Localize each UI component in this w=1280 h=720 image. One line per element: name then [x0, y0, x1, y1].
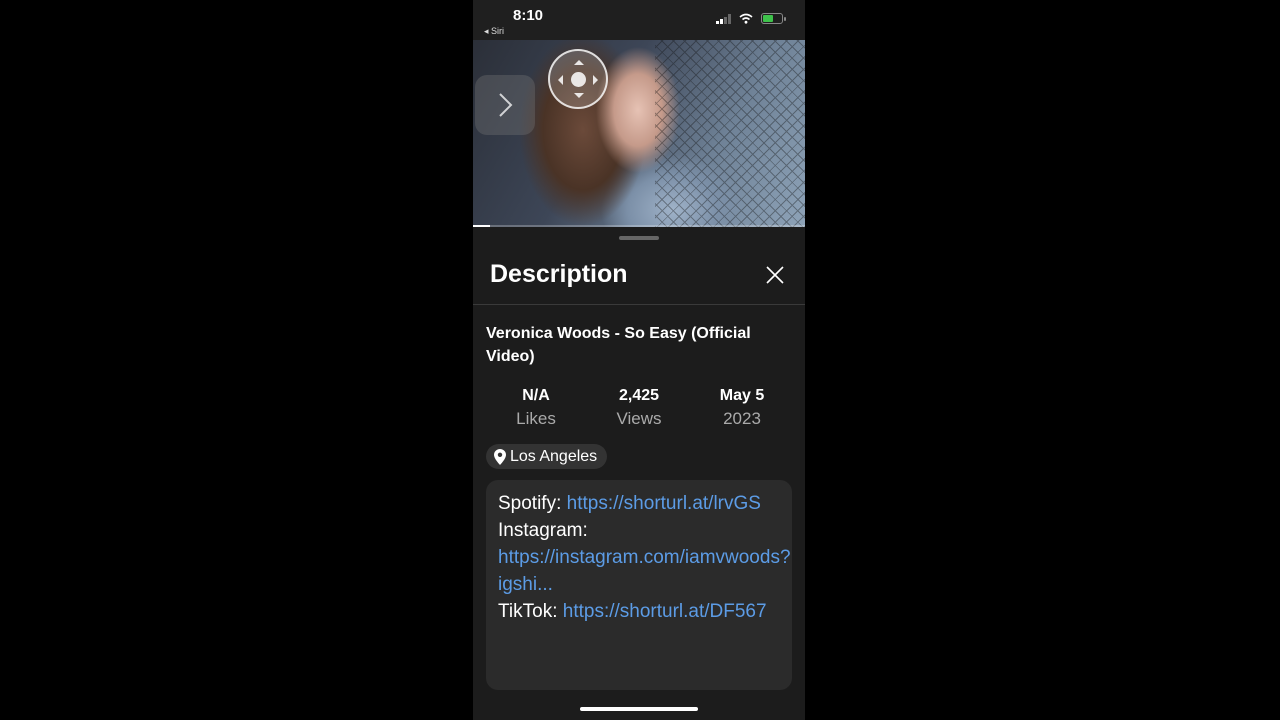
instagram-line: Instagram: https://instagram.com/iamvwoo… — [498, 517, 791, 598]
arrow-up-icon[interactable] — [574, 55, 584, 65]
views-stat: 2,425 Views — [589, 385, 689, 431]
description-box: Spotify: https://shorturl.at/lrvGS Insta… — [486, 480, 792, 690]
spotify-link[interactable]: https://shorturl.at/lrvGS — [567, 493, 761, 514]
likes-label: Likes — [516, 409, 556, 428]
directional-pad-icon[interactable] — [548, 49, 608, 109]
divider — [473, 304, 805, 305]
home-indicator[interactable] — [580, 707, 698, 711]
battery-icon — [761, 13, 786, 24]
spotify-prefix: Spotify: — [498, 493, 567, 514]
date-value: May 5 — [719, 387, 765, 404]
back-to-siri-link[interactable]: ◂ Siri — [484, 26, 504, 37]
close-icon[interactable] — [763, 263, 787, 287]
location-label: Los Angeles — [510, 447, 598, 465]
arrow-down-icon[interactable] — [574, 93, 584, 103]
spotify-line: Spotify: https://shorturl.at/lrvGS — [498, 490, 780, 517]
video-frame-background — [655, 40, 805, 227]
status-bar: 8:10 ◂ Siri — [473, 0, 805, 40]
year-label: 2023 — [723, 409, 761, 428]
arrow-right-icon[interactable] — [593, 75, 603, 85]
location-pin-icon — [494, 448, 506, 465]
arrow-left-icon[interactable] — [553, 75, 563, 85]
center-select-button[interactable] — [571, 72, 586, 87]
status-time: 8:10 — [513, 7, 544, 24]
status-icons — [716, 13, 786, 24]
views-value: 2,425 — [618, 387, 660, 404]
instagram-prefix: Instagram: — [498, 520, 588, 541]
date-stat: May 5 2023 — [692, 385, 792, 431]
video-title: Veronica Woods - So Easy (Official Video… — [486, 325, 751, 365]
instagram-link[interactable]: https://instagram.com/iamvwoods?igshi... — [498, 547, 791, 595]
likes-value: N/A — [522, 387, 550, 404]
sheet-title: Description — [490, 260, 628, 288]
video-stats: N/A Likes 2,425 Views May 5 2023 — [486, 385, 792, 431]
location-chip[interactable]: Los Angeles — [486, 444, 608, 469]
tiktok-prefix: TikTok: — [498, 601, 563, 622]
sheet-grabber[interactable] — [619, 236, 659, 240]
video-player[interactable] — [473, 40, 805, 227]
views-label: Views — [616, 409, 662, 428]
chevron-right-icon[interactable] — [475, 75, 535, 135]
wifi-icon — [739, 13, 753, 24]
likes-stat: N/A Likes — [486, 385, 586, 431]
phone-screen: 8:10 ◂ Siri Description Veronica Woods -… — [473, 0, 805, 720]
tiktok-link[interactable]: https://shorturl.at/DF567 — [563, 601, 767, 622]
cellular-signal-icon — [716, 13, 731, 24]
description-sheet: Description Veronica Woods - So Easy (Of… — [473, 227, 805, 720]
tiktok-line: TikTok: https://shorturl.at/DF567 — [498, 598, 780, 625]
